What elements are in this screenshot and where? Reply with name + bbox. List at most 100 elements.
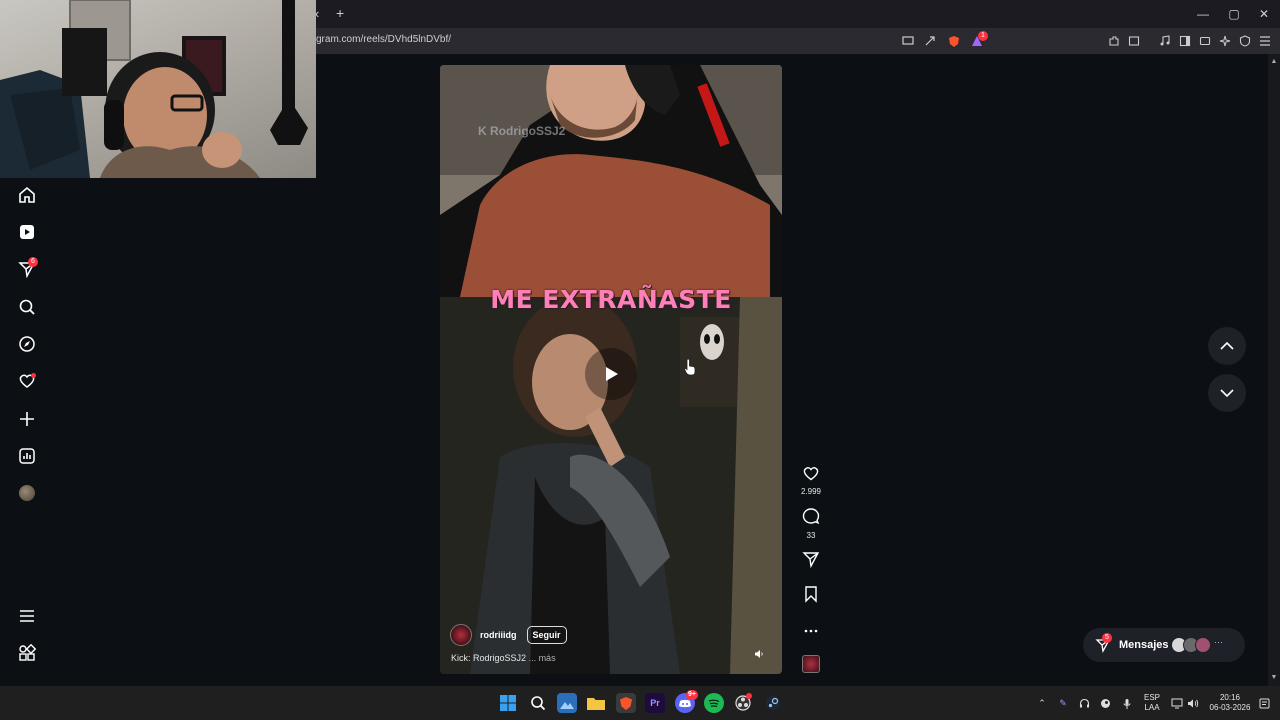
brave-rewards-icon[interactable]: 1 <box>969 31 988 49</box>
sidebar-toggle-icon[interactable] <box>1177 33 1193 49</box>
avatar <box>19 485 35 501</box>
audio-action[interactable] <box>799 655 823 678</box>
direct-send-icon: 5 <box>1095 633 1112 653</box>
save-action[interactable] <box>799 585 823 608</box>
file-explorer-icon[interactable] <box>586 693 606 713</box>
sidebar-item-profile[interactable] <box>17 483 37 503</box>
plus-icon <box>20 412 34 426</box>
microphone-icon[interactable] <box>1121 698 1133 710</box>
vpn-shield-icon[interactable] <box>1237 33 1253 49</box>
start-button[interactable] <box>498 693 518 713</box>
streamer-watermark: K RodrigoSSJ2 <box>478 124 565 138</box>
minimize-button[interactable]: — <box>1188 4 1218 24</box>
volume-icon[interactable] <box>754 649 768 663</box>
sidebar-item-notifications[interactable] <box>17 371 37 391</box>
caption-more-link[interactable]: ... más <box>529 653 556 663</box>
sidebar-item-create[interactable] <box>17 409 37 429</box>
search-icon <box>19 299 35 315</box>
more-options-action[interactable] <box>799 621 823 639</box>
scroll-up-arrow-icon[interactable]: ▲ <box>1270 58 1278 66</box>
bookmark-icon <box>805 586 817 603</box>
hand-cursor-icon <box>684 358 696 376</box>
sidebar-item-dashboard[interactable] <box>17 446 37 466</box>
obs-recording-dot <box>746 693 752 699</box>
vertical-scrollbar[interactable]: ▲ ▼ <box>1268 54 1280 686</box>
headset-icon[interactable] <box>1078 698 1090 710</box>
clock-time: 20:16 <box>1219 693 1241 702</box>
url-field[interactable]: gram.com/reels/DVhd5lnDVbf/ <box>316 34 451 45</box>
audio-thumbnail <box>802 655 820 673</box>
brave-shield-icon[interactable] <box>946 33 962 49</box>
tray-steam-icon[interactable] <box>1099 698 1111 710</box>
avatar <box>1195 637 1211 653</box>
network-icon[interactable] <box>1171 698 1183 710</box>
scroll-down-arrow-icon[interactable]: ▼ <box>1270 674 1278 682</box>
leo-ai-icon[interactable] <box>1217 33 1233 49</box>
insights-icon <box>19 448 35 464</box>
spotify-icon[interactable] <box>704 693 724 713</box>
author-username[interactable]: rodriiidg <box>480 630 517 640</box>
reel-caption: Kick: RodrigoSSJ2 ... más <box>451 653 556 663</box>
language-code: ESP <box>1143 693 1160 702</box>
sidebar-item-more[interactable] <box>17 606 37 626</box>
next-reel-button[interactable] <box>1208 374 1246 412</box>
share-action[interactable] <box>799 550 823 573</box>
chevron-up-icon <box>1220 342 1234 350</box>
follow-button[interactable]: Seguir <box>526 626 567 644</box>
notification-center-icon[interactable] <box>1258 698 1270 710</box>
sidebar-item-messages[interactable]: 6 <box>17 257 38 279</box>
previous-reel-button[interactable] <box>1208 327 1246 365</box>
home-icon <box>19 186 35 203</box>
clock-date: 06-03-2026 <box>1209 703 1251 712</box>
notification-dot <box>31 373 36 378</box>
menu-icon[interactable] <box>1257 33 1273 49</box>
play-icon <box>606 367 618 381</box>
like-action[interactable]: 2.999 <box>799 465 823 496</box>
sidebar-item-explore[interactable] <box>17 334 37 354</box>
chevron-down-icon <box>1220 389 1234 397</box>
comment-count: 33 <box>806 531 816 540</box>
sidebar-item-reels[interactable] <box>17 222 37 242</box>
cast-icon[interactable] <box>900 33 916 49</box>
share-icon[interactable] <box>922 33 938 49</box>
restore-button[interactable]: ▢ <box>1219 4 1249 24</box>
reel-overlay-caption: ME EXTRAÑASTE <box>490 285 732 314</box>
reels-icon <box>20 225 34 239</box>
obs-icon[interactable] <box>733 693 753 713</box>
new-tab-button[interactable]: + <box>336 5 344 21</box>
apps-grid-icon <box>19 644 36 661</box>
premiere-pro-icon[interactable]: Pr <box>645 693 665 713</box>
close-window-button[interactable]: ✕ <box>1249 4 1279 24</box>
comment-action[interactable]: 33 <box>799 507 823 540</box>
taskbar-search-button[interactable] <box>528 693 548 713</box>
sidebar-item-also-from-meta[interactable] <box>17 643 37 663</box>
wallet-icon[interactable] <box>1126 33 1142 49</box>
steam-icon[interactable] <box>763 693 783 713</box>
extensions-icon[interactable] <box>1106 33 1122 49</box>
comment-icon <box>802 508 820 525</box>
author-avatar[interactable] <box>450 624 472 646</box>
webcam-overlay <box>0 0 316 178</box>
input-language-indicator[interactable]: ESP LAA <box>1143 693 1161 713</box>
tray-overflow-chevron-icon[interactable]: ⌃ <box>1036 698 1048 710</box>
reel-video[interactable]: K RodrigoSSJ2 ME EXTRAÑASTE rodriiidg Se… <box>440 65 782 674</box>
tray-pen-icon[interactable]: ✎ <box>1057 698 1069 710</box>
sidebar-item-home[interactable] <box>17 185 37 205</box>
messages-label: Mensajes <box>1119 639 1169 651</box>
widgets-icon[interactable] <box>557 693 577 713</box>
sidebar-item-search[interactable] <box>17 297 37 317</box>
ellipsis-icon <box>804 629 818 633</box>
watermark-text: RodrigoSSJ2 <box>490 124 566 138</box>
share-send-icon <box>802 552 820 569</box>
volume-icon[interactable] <box>1187 698 1199 710</box>
keyboard-layout: LAA <box>1144 703 1160 712</box>
heart-icon <box>803 467 819 481</box>
system-clock[interactable]: 20:16 06-03-2026 <box>1206 693 1254 713</box>
wallet-panel-icon[interactable] <box>1197 33 1213 49</box>
play-button[interactable] <box>585 348 637 400</box>
media-control-icon[interactable] <box>1157 33 1173 49</box>
messages-widget[interactable]: 5 Mensajes ··· <box>1083 628 1245 662</box>
discord-icon[interactable]: 9+ <box>675 690 698 713</box>
kick-logo-icon: K <box>478 124 490 138</box>
brave-browser-icon[interactable] <box>616 693 636 713</box>
